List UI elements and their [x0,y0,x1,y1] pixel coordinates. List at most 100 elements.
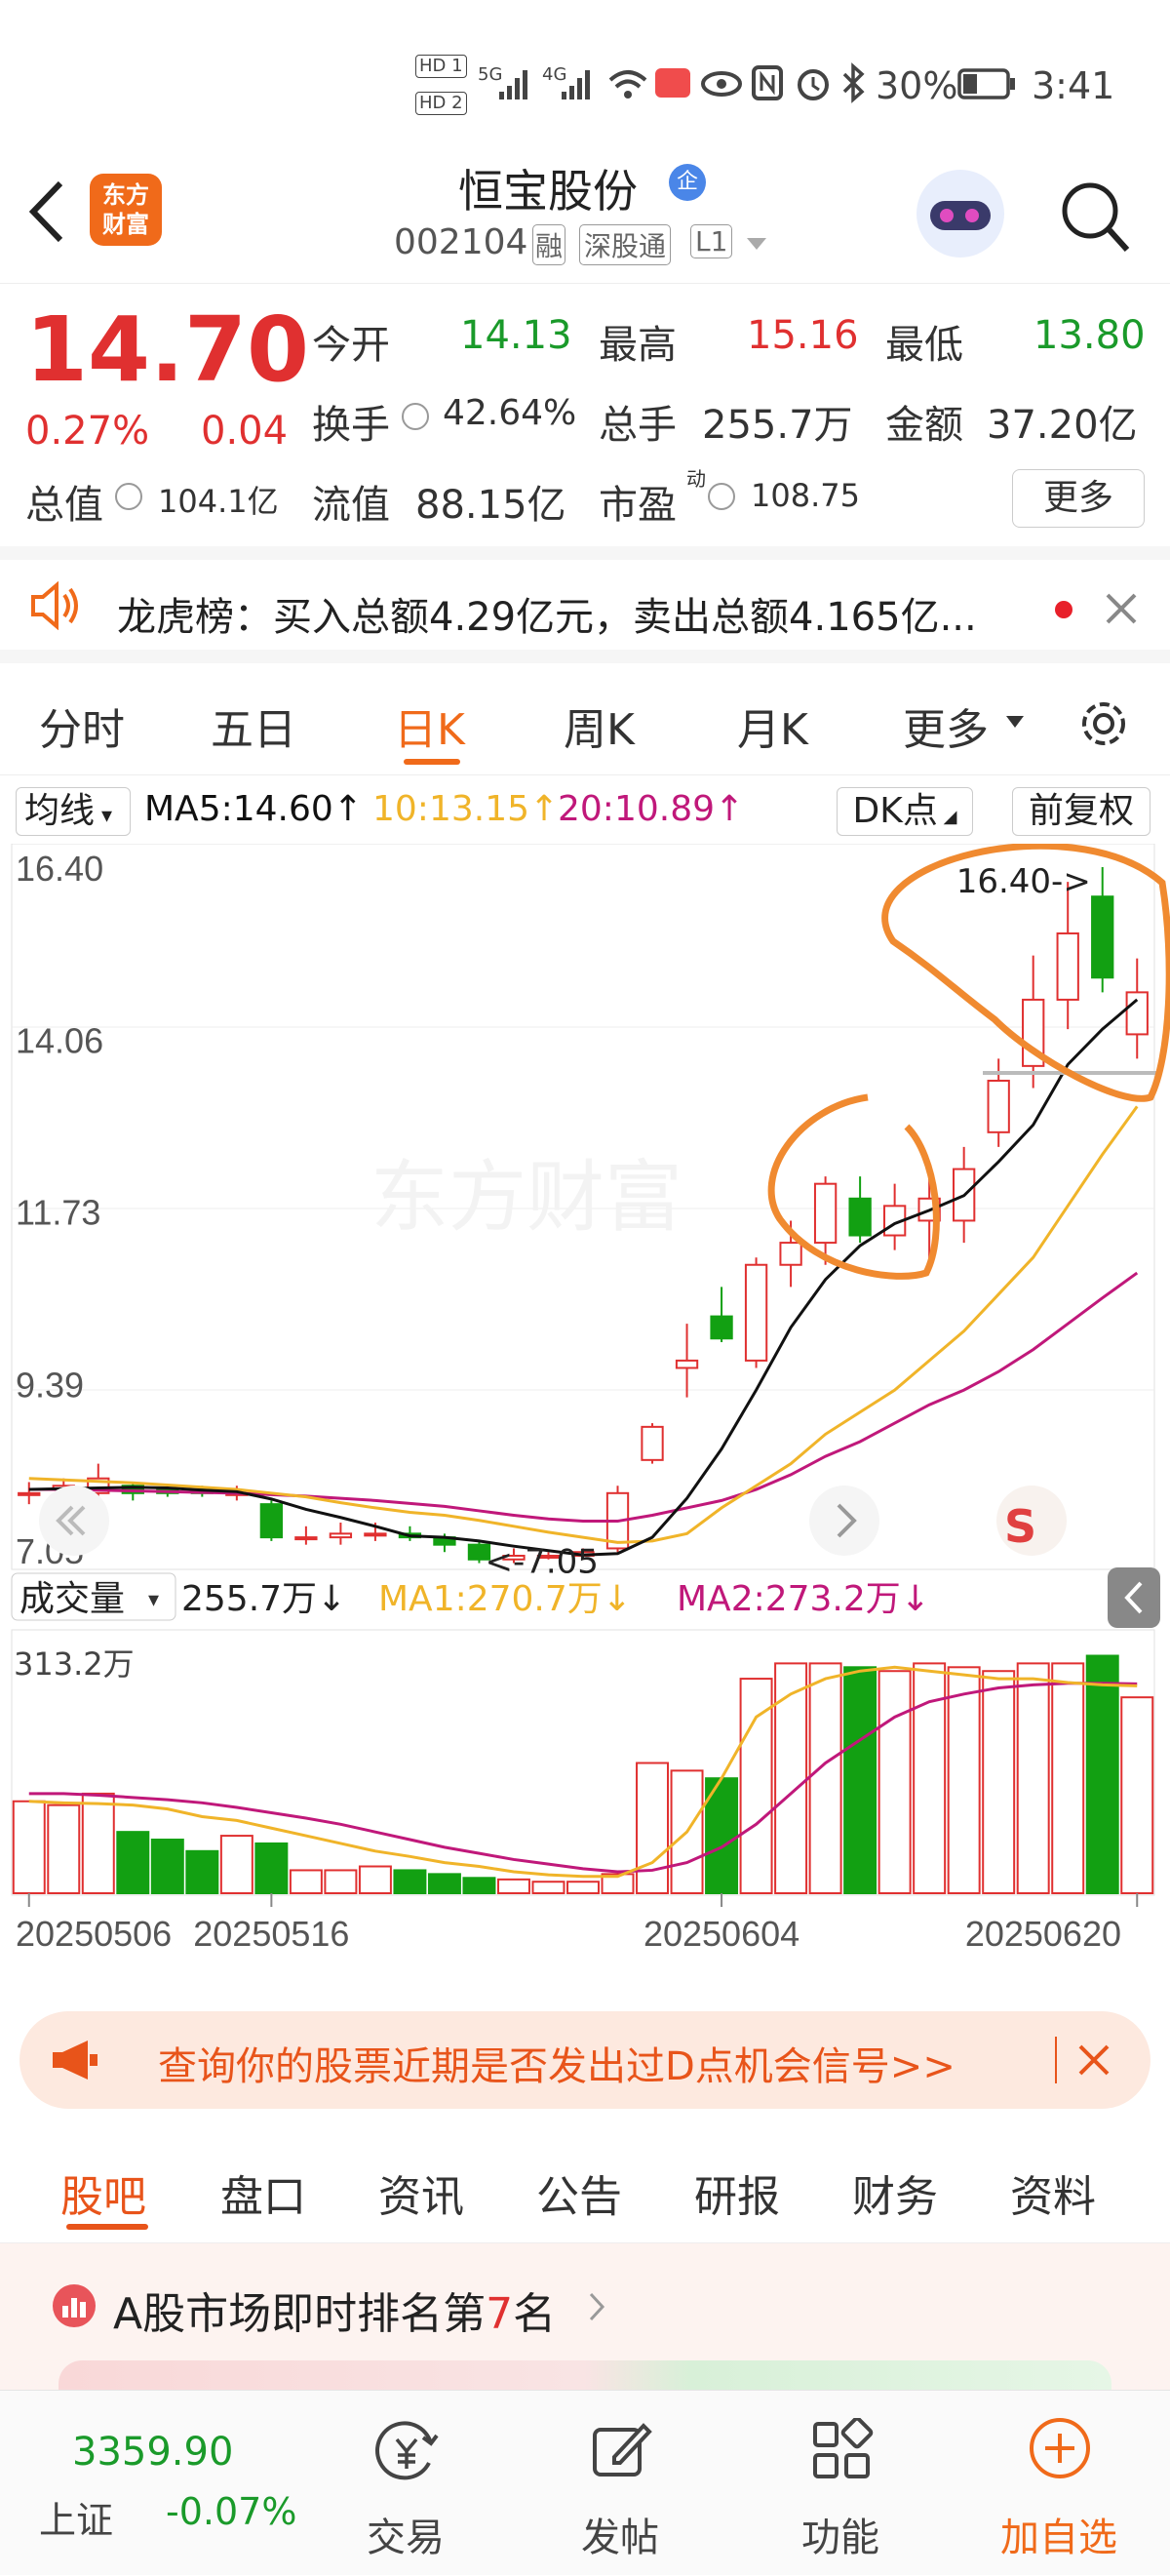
volume-selector-label: 成交量 [20,1579,125,1619]
volume-bar [531,1881,566,1894]
amount-value: 37.20亿 [987,403,1138,448]
megaphone-icon [53,2041,98,2080]
volume-bar [427,1873,461,1895]
ma-selector-label: 均线 [24,791,96,831]
logo-text-1: 东方 [102,181,149,209]
nav-trade[interactable]: 交易 [328,2391,484,2576]
tab-news[interactable]: 资讯 [378,2161,464,2224]
tab-finance[interactable]: 财务 [852,2161,938,2224]
tab-monthly-k[interactable]: 月K [737,694,808,757]
robot-assistant-icon[interactable] [916,170,1004,258]
nav-post[interactable]: 发帖 [542,2391,698,2576]
max-price-label: 16.40-> [956,862,1091,901]
back-arrow-icon[interactable] [23,178,72,246]
search-icon[interactable] [1059,178,1133,256]
index-value[interactable]: 3359.90 [72,2430,233,2475]
nav-function[interactable]: 功能 [762,2391,918,2576]
chevron-right-icon [589,2292,605,2321]
close-icon[interactable] [1102,589,1141,628]
tab-intraday[interactable]: 分时 [39,694,125,757]
info-icon[interactable] [115,483,142,510]
alarm-icon [798,69,829,100]
tab-announcement[interactable]: 公告 [536,2161,622,2224]
volume-bar [150,1839,184,1895]
more-button[interactable]: 更多 [1012,469,1145,528]
tab-profile[interactable]: 资料 [1010,2161,1096,2224]
watermark: 东方财富 [370,1154,682,1241]
min-price-label: <-7.05 [485,1543,598,1582]
index-change[interactable]: -0.07% [166,2490,296,2533]
tab-five-day[interactable]: 五日 [211,694,296,757]
info-icon[interactable] [402,403,429,430]
volume-bar [185,1849,219,1895]
high-label: 最高 [599,323,677,368]
date-tick-label: 20250620 [965,1914,1121,1954]
index-name[interactable]: 上证 [39,2490,113,2544]
content-tabs: 股吧 盘口 资讯 公告 研报 财务 资料 [0,2126,1170,2243]
grid-apps-icon [813,2418,874,2478]
kline-chart[interactable]: 东方财富 16.4014.0611.739.397.05 16.40-> <-7… [0,844,1170,1995]
logo-text-2: 财富 [102,211,149,238]
volume-bar [289,1869,323,1894]
candle-body [987,1079,1010,1133]
dk-point-label: DK点 [852,791,938,831]
dragon-tiger-banner[interactable]: 龙虎榜：买入总额4.29亿元，卖出总额4.165亿... [0,546,1170,663]
tab-guba[interactable]: 股吧 [60,2161,146,2224]
chevron-down-icon[interactable] [745,234,768,254]
tab-daily-k[interactable]: 日K [394,694,465,757]
candle-body [641,1425,664,1461]
date-tick-label: 20250516 [193,1914,349,1954]
volume-bar [1120,1696,1154,1894]
tab-more[interactable]: 更多 [903,694,989,757]
candle-body [294,1536,318,1541]
candle-body [18,1491,41,1496]
collapse-button[interactable] [1108,1567,1160,1628]
low-value: 13.80 [1034,313,1146,358]
dk-point-button[interactable]: DK点 ◢ [837,787,973,836]
volume-bar [636,1762,670,1894]
volume-value-label: 255.7万↓ [181,1579,346,1619]
price-tick-label: 16.40 [16,849,103,889]
bottom-nav: 3359.90 上证 -0.07% 交易 发帖 功能 加自选 [0,2390,1170,2575]
status-bar: HD 1 HD 2 5G 4G 30% 3:41 [0,0,1170,156]
volume-bar [947,1666,981,1895]
float-label: 流值 [312,483,390,528]
turnover-label: 换手 [312,403,390,448]
chevron-down-icon [1006,716,1024,728]
scroll-left-button[interactable] [39,1486,109,1556]
candle-body [710,1315,733,1340]
margin-tag: 融 [532,224,566,265]
turnover-value: 42.64% [443,393,577,433]
pe-value: 108.75 [751,477,860,514]
price-tick-label: 9.39 [16,1365,84,1405]
d-point-banner[interactable]: 查询你的股票近期是否发出过D点机会信号>> [20,2011,1150,2109]
candle-body [329,1532,353,1539]
active-tab-indicator [404,759,460,765]
rank-banner[interactable]: A股市场即时排名第7名 [0,2243,1170,2390]
next-button[interactable] [809,1486,879,1556]
chart-period-tabs: 分时 五日 日K 周K 月K 更多 [0,673,1170,775]
rank-bar [58,2360,1112,2390]
app-notification-icon [655,68,690,98]
vol-ma2-label: MA2:273.2万↓ [677,1579,930,1619]
ma-selector[interactable]: 均线 ▾ [16,787,131,836]
vol-ma1-label: MA1:270.7万↓ [378,1579,632,1619]
s-signal-icon: S [1004,1500,1036,1553]
tab-pankou[interactable]: 盘口 [220,2161,306,2224]
volume-bar [843,1666,878,1895]
rank-text: A股市场即时排名第7名 [113,2279,556,2341]
close-icon[interactable] [1074,2041,1113,2080]
tab-research[interactable]: 研报 [694,2161,780,2224]
candle-body [779,1242,802,1266]
signal-2-icon [562,70,590,99]
adjust-button[interactable]: 前复权 [1012,787,1150,836]
ma5-label: MA5:14.60↑ [144,789,363,829]
high-value: 15.16 [747,313,859,358]
candle-body [1056,931,1079,1001]
info-icon[interactable] [708,483,735,510]
volume-bar [808,1662,842,1894]
nav-add-watchlist[interactable]: 加自选 [981,2391,1137,2576]
gear-icon[interactable] [1072,693,1135,755]
tab-weekly-k[interactable]: 周K [564,694,635,757]
signal-icon [499,70,527,99]
